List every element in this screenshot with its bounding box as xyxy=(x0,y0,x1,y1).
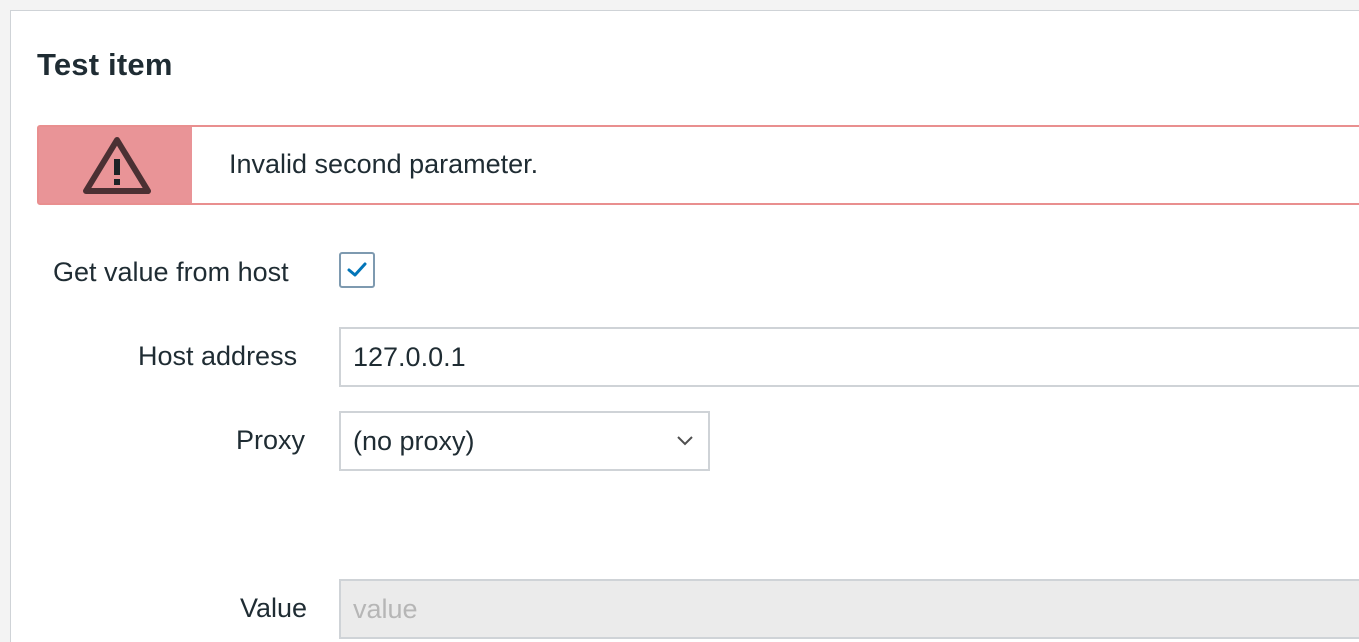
get-value-from-host-checkbox[interactable] xyxy=(339,252,375,288)
host-address-input[interactable]: 127.0.0.1 xyxy=(339,327,1359,387)
get-value-from-host-label: Get value from host xyxy=(53,257,289,287)
chevron-down-icon xyxy=(677,436,693,446)
dialog-title: Test item xyxy=(37,47,173,82)
warning-icon xyxy=(83,137,151,194)
proxy-select[interactable]: (no proxy) xyxy=(339,411,710,471)
value-input[interactable]: value xyxy=(339,579,1359,639)
checkmark-icon xyxy=(347,262,367,277)
error-alert: Invalid second parameter. xyxy=(37,125,1359,205)
value-label: Value xyxy=(240,593,308,623)
host-address-label: Host address xyxy=(138,341,298,371)
proxy-label: Proxy xyxy=(236,425,306,455)
proxy-selected-value: (no proxy) xyxy=(353,425,475,456)
value-placeholder: value xyxy=(353,593,418,624)
alert-message: Invalid second parameter. xyxy=(229,149,539,179)
alert-icon-box xyxy=(39,127,192,203)
test-item-dialog: Test item Invalid second parameter. Get … xyxy=(10,10,1359,642)
host-address-value: 127.0.0.1 xyxy=(353,341,466,372)
